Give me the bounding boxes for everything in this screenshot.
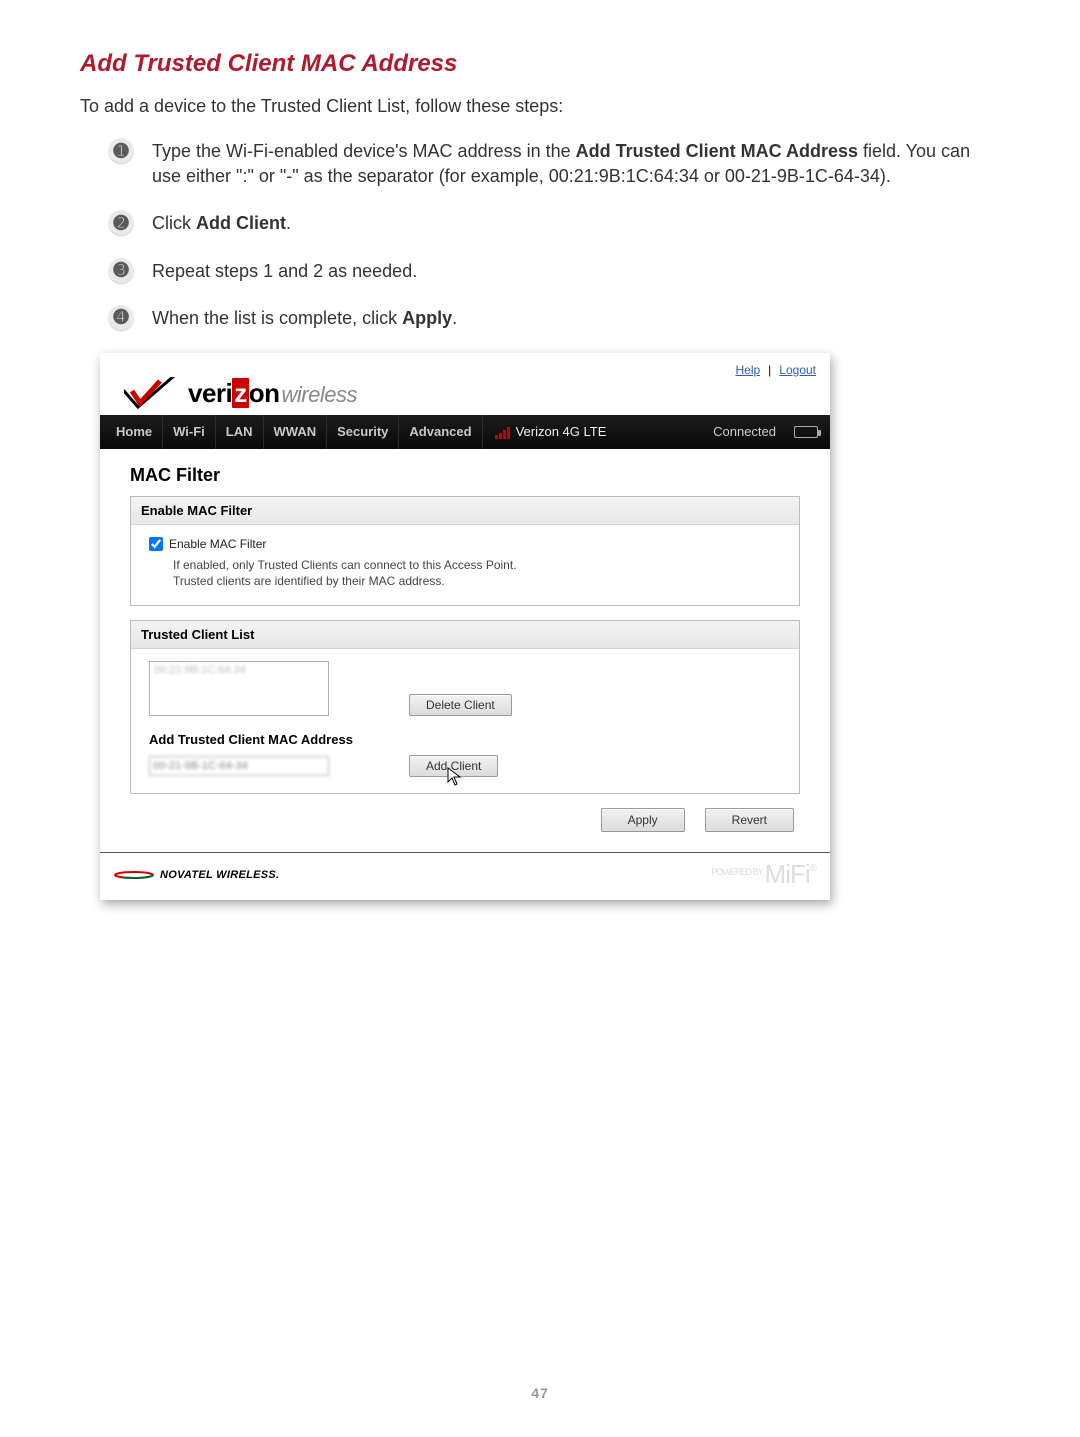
footer: NOVATEL WIRELESS. POWERED BY MiFi® [100, 852, 830, 900]
battery-icon [794, 426, 818, 438]
step-2: ➋ Click Add Client. [108, 211, 1000, 236]
panel-heading: Enable MAC Filter [131, 497, 799, 525]
nav-bar: Home Wi-Fi LAN WWAN Security Advanced Ve… [100, 415, 830, 449]
panel-note: If enabled, only Trusted Clients can con… [149, 557, 781, 589]
step-text: When the list is complete, click Apply. [152, 306, 1000, 331]
top-links: Help | Logout [100, 353, 830, 377]
step-3: ➌ Repeat steps 1 and 2 as needed. [108, 259, 1000, 284]
mifi-logo: POWERED BY MiFi® [712, 859, 816, 890]
action-buttons: Apply Revert [130, 808, 800, 832]
step-4: ➍ When the list is complete, click Apply… [108, 306, 1000, 331]
mac-address-input[interactable] [149, 756, 329, 776]
brand-logo: verizonwireless [100, 377, 830, 415]
novatel-logo: NOVATEL WIRELESS. [114, 869, 279, 881]
carrier-status: Verizon 4G LTE [495, 424, 607, 439]
content-area: MAC Filter Enable MAC Filter Enable MAC … [100, 449, 830, 852]
logout-link[interactable]: Logout [779, 363, 816, 377]
steps-list: ➊ Type the Wi-Fi-enabled device's MAC ad… [80, 139, 1000, 331]
page-number: 47 [0, 1385, 1080, 1401]
step-number-badge: ➊ [108, 138, 134, 164]
apply-button[interactable]: Apply [601, 808, 685, 832]
checkbox-label: Enable MAC Filter [169, 537, 266, 551]
step-text: Repeat steps 1 and 2 as needed. [152, 259, 1000, 284]
step-number-badge: ➍ [108, 305, 134, 331]
signal-bars-icon [495, 425, 510, 439]
page-heading: MAC Filter [130, 465, 800, 486]
connection-status: Connected [713, 424, 776, 439]
add-client-button[interactable]: Add Client [409, 755, 498, 777]
intro-text: To add a device to the Trusted Client Li… [80, 96, 1000, 117]
delete-client-button[interactable]: Delete Client [409, 694, 512, 716]
revert-button[interactable]: Revert [705, 808, 794, 832]
add-mac-subheading: Add Trusted Client MAC Address [149, 732, 781, 747]
step-1: ➊ Type the Wi-Fi-enabled device's MAC ad… [108, 139, 1000, 189]
tab-security[interactable]: Security [327, 415, 399, 449]
help-link[interactable]: Help [735, 363, 760, 377]
step-text: Type the Wi-Fi-enabled device's MAC addr… [152, 139, 1000, 189]
tab-wifi[interactable]: Wi-Fi [163, 415, 216, 449]
tab-advanced[interactable]: Advanced [399, 415, 482, 449]
novatel-swoosh-icon [114, 870, 154, 880]
tab-home[interactable]: Home [106, 415, 163, 449]
section-title: Add Trusted Client MAC Address [80, 50, 1000, 78]
step-number-badge: ➌ [108, 258, 134, 284]
verizon-check-icon [124, 377, 184, 409]
step-number-badge: ➋ [108, 210, 134, 236]
trusted-client-listbox[interactable]: 00:21:9B:1C:64:34 [149, 661, 329, 716]
panel-heading: Trusted Client List [131, 621, 799, 649]
enable-mac-filter-checkbox[interactable] [149, 537, 163, 551]
tab-wwan[interactable]: WWAN [264, 415, 328, 449]
enable-mac-filter-panel: Enable MAC Filter Enable MAC Filter If e… [130, 496, 800, 606]
tab-lan[interactable]: LAN [216, 415, 264, 449]
verizon-text: verizonwireless [188, 378, 357, 409]
trusted-client-list-panel: Trusted Client List 00:21:9B:1C:64:34 De… [130, 620, 800, 794]
step-text: Click Add Client. [152, 211, 1000, 236]
router-ui-screenshot: Help | Logout verizonwireless Home Wi-Fi… [100, 353, 830, 900]
